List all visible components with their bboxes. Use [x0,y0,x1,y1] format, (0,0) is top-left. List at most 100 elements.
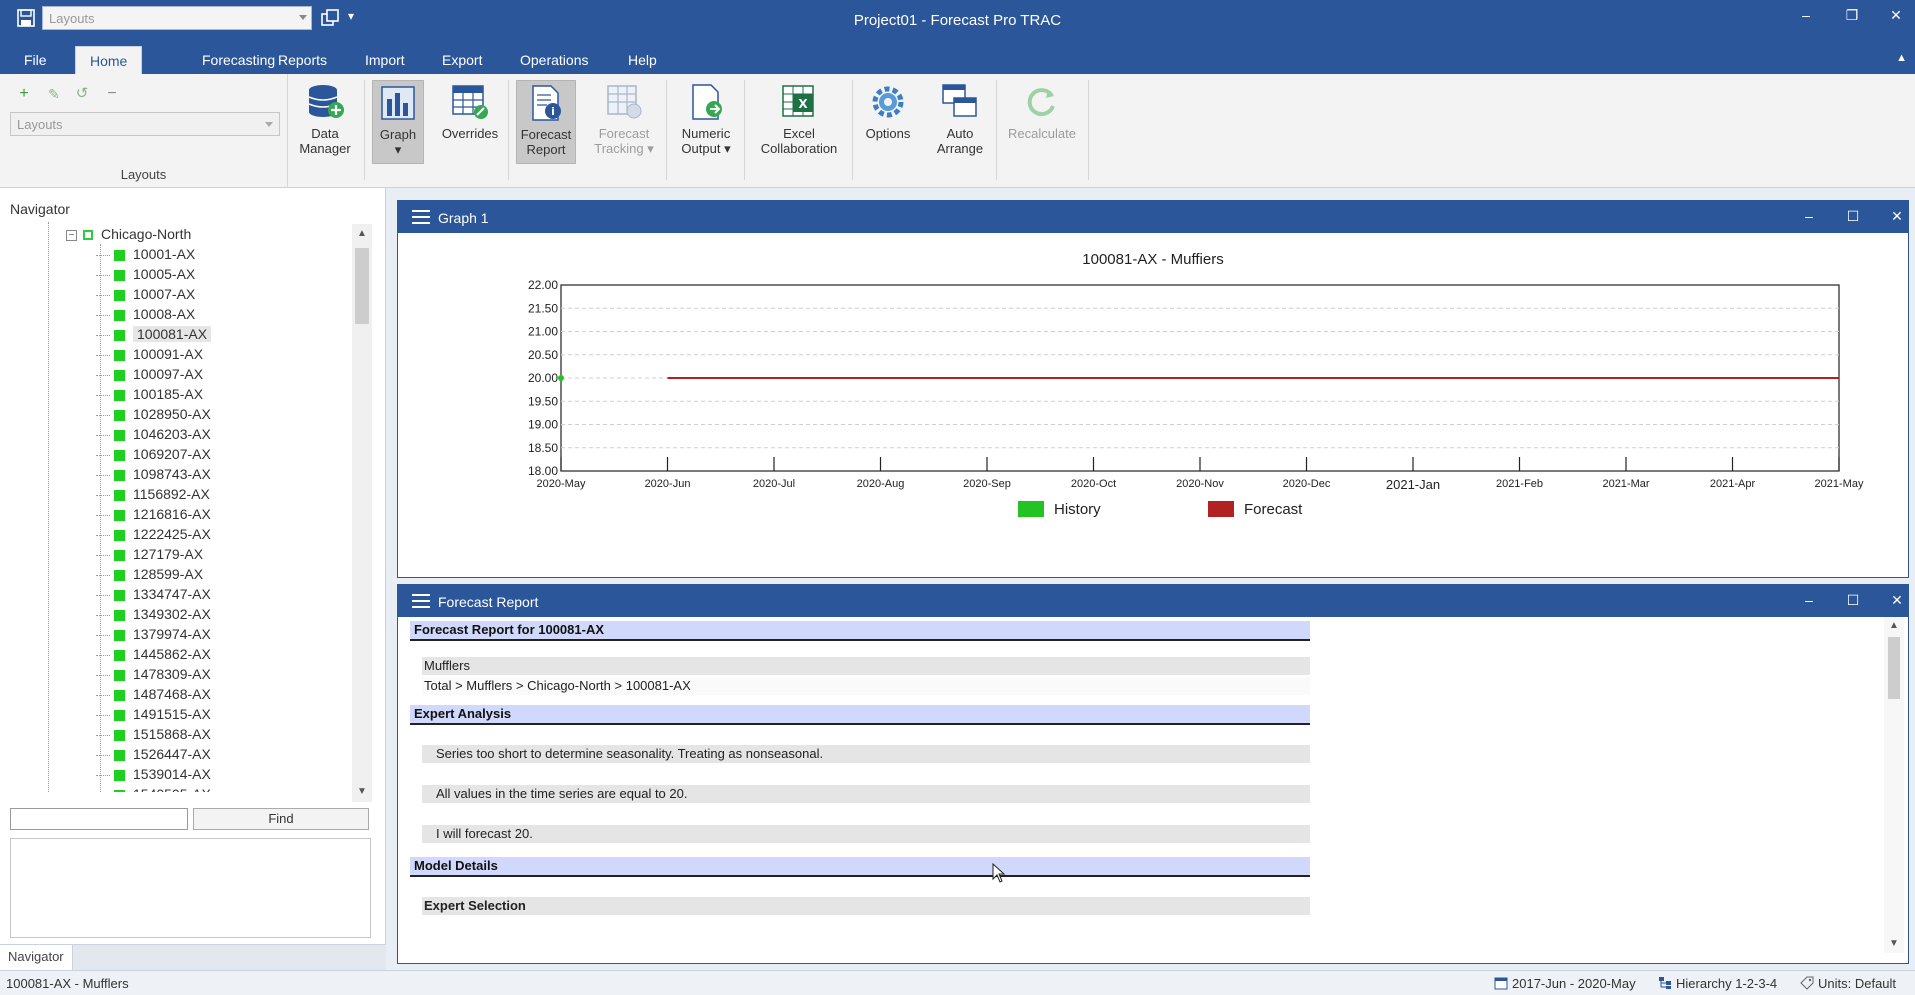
tree-item[interactable]: 1222425-AX [96,524,211,544]
tree-item[interactable]: 1098743-AX [96,464,211,484]
tree-item[interactable]: 1526447-AX [96,744,211,764]
menu-icon[interactable] [412,210,430,224]
tree-item[interactable]: 1069207-AX [96,444,211,464]
scroll-thumb[interactable] [355,248,369,324]
x-tick-label: 2021-Mar [1602,478,1649,490]
tree-item[interactable]: 1028950-AX [96,404,211,424]
tree-item[interactable]: 1216816-AX [96,504,211,524]
minimize-button[interactable]: – [1790,4,1822,26]
panel-maximize-button[interactable]: ☐ [1842,590,1864,610]
graph-button[interactable]: Graph ▾ [372,80,424,164]
tab-file[interactable]: File [10,46,61,74]
ribbon-separator [666,80,667,180]
y-tick-label: 19.00 [528,418,558,432]
panel-minimize-button[interactable]: – [1798,590,1820,610]
scroll-thumb[interactable] [1888,637,1900,699]
tree-item[interactable]: 1539014-AX [96,764,211,784]
report-item-path: Total > Mufflers > Chicago-North > 10008… [422,677,1310,695]
panel-minimize-button[interactable]: – [1798,206,1820,226]
close-button[interactable]: ✕ [1880,4,1912,26]
windows-arrange-icon [942,84,977,117]
tree-item-label: 128599-AX [133,566,204,582]
forecast-report-button[interactable]: i Forecast Report [516,80,576,164]
status-units[interactable]: Units: Default [1800,976,1896,991]
excel-collaboration-label: Excel Collaboration [760,126,838,156]
tree-item[interactable]: 10008-AX [96,304,195,324]
find-input[interactable] [10,808,188,830]
tree-item[interactable]: 10001-AX [96,244,195,264]
tab-import[interactable]: Import [351,46,419,74]
scroll-up-button[interactable]: ▲ [1884,617,1904,635]
tree-item[interactable]: 10007-AX [96,284,195,304]
data-manager-label: Data Manager [299,126,351,156]
numeric-output-button[interactable]: Numeric Output ▾ [674,80,738,164]
collapse-icon[interactable]: − [66,229,77,241]
add-layout-icon[interactable]: + [14,84,34,104]
scroll-down-button[interactable]: ▼ [352,782,372,802]
tree-item[interactable]: 100081-AX [96,324,212,344]
forecast-tracking-dropdown-arrow: ▾ [647,141,654,156]
tree-item[interactable]: 127179-AX [96,544,203,564]
item-status-icon [114,769,125,781]
options-button[interactable]: Options [860,80,916,164]
tree-item[interactable]: 1487468-AX [96,684,211,704]
tree-item[interactable]: 100091-AX [96,344,203,364]
tree-connector [96,754,110,756]
panel-close-button[interactable]: ✕ [1886,590,1908,610]
tree-item[interactable]: 128599-AX [96,564,203,584]
undo-layout-icon[interactable]: ↺ [72,84,92,104]
recalculate-button[interactable]: Recalculate [1000,80,1084,164]
tree-item[interactable]: 100185-AX [96,384,203,404]
tree-item[interactable]: 1379974-AX [96,624,211,644]
excel-collaboration-button[interactable]: X Excel Collaboration [752,80,846,164]
tree-connector [96,254,110,256]
tree-item[interactable]: 1491515-AX [96,704,211,724]
tree-item[interactable]: 1540505-AX [96,784,211,792]
tree-item[interactable]: 1046203-AX [96,424,211,444]
layouts-combo[interactable]: Layouts [10,112,280,136]
refresh-icon [1027,88,1055,117]
tab-export[interactable]: Export [428,46,496,74]
tree-item[interactable]: 100097-AX [96,364,203,384]
tree-item[interactable]: 1334747-AX [96,584,211,604]
overrides-button[interactable]: Overrides [436,80,504,164]
tree-item[interactable]: 1156892-AX [96,484,210,504]
item-status-icon [114,529,125,541]
tab-help[interactable]: Help [614,46,671,74]
scroll-up-button[interactable]: ▲ [352,224,372,244]
status-hierarchy[interactable]: Hierarchy 1-2-3-4 [1658,976,1777,991]
find-button[interactable]: Find [193,808,369,830]
forecast-tracking-label: Forecast Tracking [594,126,650,156]
y-tick-label: 18.00 [528,464,558,478]
tab-home[interactable]: Home [75,46,143,74]
report-scrollbar[interactable]: ▲ ▼ [1884,617,1904,953]
data-manager-button[interactable]: Data Manager [292,80,358,164]
tab-operations[interactable]: Operations [506,46,602,74]
forecast-tracking-button[interactable]: Forecast Tracking ▾ [586,80,662,164]
tree-item[interactable]: 10005-AX [96,264,195,284]
remove-layout-icon[interactable]: − [102,84,122,104]
scroll-down-button[interactable]: ▼ [1884,935,1904,953]
panel-close-button[interactable]: ✕ [1886,206,1908,226]
tree-item[interactable]: 1515868-AX [96,724,211,744]
collapse-ribbon-icon[interactable]: ▲ [1896,52,1907,64]
menu-icon[interactable] [412,594,430,608]
auto-arrange-button[interactable]: Auto Arrange [928,80,992,164]
tree-item[interactable]: 1349302-AX [96,604,211,624]
tree-connector [96,354,110,356]
tree-root-node[interactable]: − Chicago-North [66,224,191,244]
tree-item[interactable]: 1478309-AX [96,664,211,684]
tree-item-label: 127179-AX [133,546,204,562]
restore-button[interactable]: ❐ [1836,4,1868,26]
status-date-range[interactable]: 2017-Jun - 2020-May [1494,976,1636,991]
tab-navigator[interactable]: Navigator [0,945,73,971]
navigator-scrollbar[interactable]: ▲ ▼ [352,224,372,802]
panel-maximize-button[interactable]: ☐ [1842,206,1864,226]
tree-item[interactable]: 1445862-AX [96,644,211,664]
tree-item-label: 1156892-AX [133,486,210,502]
graph-panel-title: Graph 1 [438,210,489,226]
edit-layout-icon[interactable]: ✎ [44,84,64,104]
tab-reports[interactable]: Reports [264,46,341,74]
y-tick-label: 21.00 [528,325,558,339]
tree-connector [96,294,110,296]
